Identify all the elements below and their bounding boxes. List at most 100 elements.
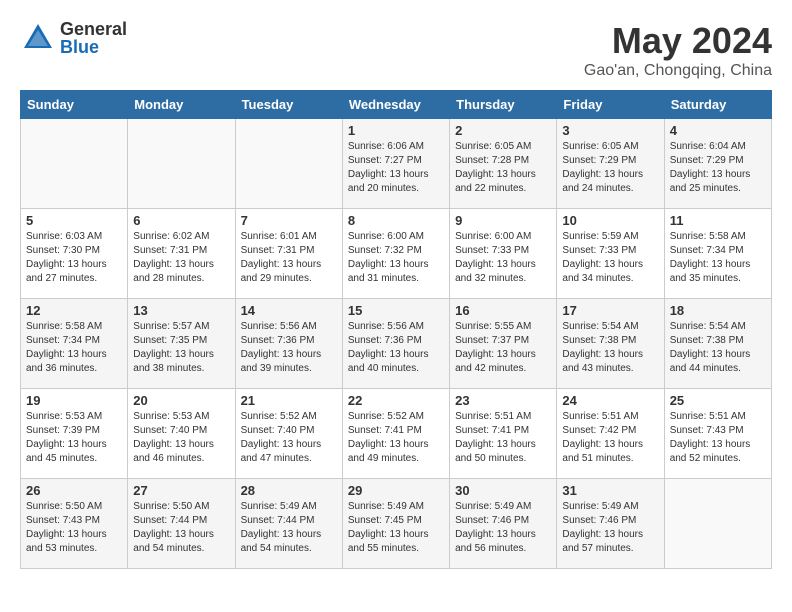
- calendar-cell: 20Sunrise: 5:53 AMSunset: 7:40 PMDayligh…: [128, 389, 235, 479]
- day-info: Sunrise: 6:00 AMSunset: 7:32 PMDaylight:…: [348, 230, 444, 286]
- calendar-cell: 16 Sunrise: 5:55 AMSunset: 7:37 PMDayligh…: [450, 299, 557, 389]
- calendar-cell: 10 Sunrise: 5:59 AMSunset: 7:33 PMDayligh…: [557, 209, 664, 299]
- day-info: Sunrise: 6:02 AMSunset: 7:31 PMDaylight:…: [133, 230, 229, 286]
- day-info: Sunrise: 6:01 AMSunset: 7:31 PMDaylight:…: [241, 230, 337, 286]
- calendar-cell: 29 Sunrise: 5:49 AMSunset: 7:45 PMDayligh…: [342, 479, 449, 569]
- calendar-cell: 2 Sunrise: 6:05 AMSunset: 7:28 PMDaylight…: [450, 119, 557, 209]
- day-info: Sunrise: 5:55 AMSunset: 7:37 PMDaylight:…: [455, 320, 551, 376]
- calendar-cell: 15 Sunrise: 5:56 AMSunset: 7:36 PMDayligh…: [342, 299, 449, 389]
- calendar-cell: [664, 479, 771, 569]
- day-info: Sunrise: 5:51 AMSunset: 7:41 PMDaylight:…: [455, 410, 551, 466]
- page-header: General Blue May 2024 Gao'an, Chongqing,…: [20, 20, 772, 80]
- day-info: Sunrise: 5:52 AMSunset: 7:41 PMDaylight:…: [348, 410, 444, 466]
- day-number: 24: [562, 393, 658, 408]
- calendar-cell: 9 Sunrise: 6:00 AMSunset: 7:33 PMDaylight…: [450, 209, 557, 299]
- calendar-cell: [235, 119, 342, 209]
- day-info: Sunrise: 5:56 AMSunset: 7:36 PMDaylight:…: [348, 320, 444, 376]
- calendar-cell: 7 Sunrise: 6:01 AMSunset: 7:31 PMDaylight…: [235, 209, 342, 299]
- calendar-cell: 21 Sunrise: 5:52 AMSunset: 7:40 PMDayligh…: [235, 389, 342, 479]
- day-number: 31: [562, 483, 658, 498]
- day-info: Sunrise: 5:53 AMSunset: 7:40 PMDaylight:…: [133, 410, 229, 466]
- calendar-cell: 28 Sunrise: 5:49 AMSunset: 7:44 PMDayligh…: [235, 479, 342, 569]
- day-info: Sunrise: 5:49 AMSunset: 7:46 PMDaylight:…: [562, 500, 658, 556]
- day-number: 19: [26, 393, 122, 408]
- day-number: 7: [241, 213, 337, 228]
- logo-icon: [20, 20, 56, 56]
- day-info: Sunrise: 5:54 AMSunset: 7:38 PMDaylight:…: [670, 320, 766, 376]
- day-number: 13: [133, 303, 229, 318]
- day-number: 8: [348, 213, 444, 228]
- month-title: May 2024: [584, 20, 772, 62]
- day-info: Sunrise: 5:49 AMSunset: 7:44 PMDaylight:…: [241, 500, 337, 556]
- location: Gao'an, Chongqing, China: [584, 62, 772, 80]
- day-number: 4: [670, 123, 766, 138]
- day-info: Sunrise: 5:57 AMSunset: 7:35 PMDaylight:…: [133, 320, 229, 376]
- calendar-cell: 24 Sunrise: 5:51 AMSunset: 7:42 PMDayligh…: [557, 389, 664, 479]
- day-number: 26: [26, 483, 122, 498]
- day-number: 9: [455, 213, 551, 228]
- day-number: 30: [455, 483, 551, 498]
- logo-text: General Blue: [60, 20, 127, 56]
- calendar-cell: 8 Sunrise: 6:00 AMSunset: 7:32 PMDaylight…: [342, 209, 449, 299]
- day-info: Sunrise: 6:06 AMSunset: 7:27 PMDaylight:…: [348, 140, 444, 196]
- calendar-cell: 5Sunrise: 6:03 AMSunset: 7:30 PMDaylight…: [21, 209, 128, 299]
- calendar-cell: [21, 119, 128, 209]
- day-info: Sunrise: 5:58 AMSunset: 7:34 PMDaylight:…: [26, 320, 122, 376]
- logo: General Blue: [20, 20, 127, 56]
- calendar-cell: 11 Sunrise: 5:58 AMSunset: 7:34 PMDayligh…: [664, 209, 771, 299]
- logo-general-text: General: [60, 20, 127, 38]
- calendar-cell: 6 Sunrise: 6:02 AMSunset: 7:31 PMDaylight…: [128, 209, 235, 299]
- day-number: 14: [241, 303, 337, 318]
- weekday-header: Saturday: [664, 91, 771, 119]
- day-number: 10: [562, 213, 658, 228]
- day-number: 29: [348, 483, 444, 498]
- day-number: 25: [670, 393, 766, 408]
- day-info: Sunrise: 5:59 AMSunset: 7:33 PMDaylight:…: [562, 230, 658, 286]
- calendar-cell: 3 Sunrise: 6:05 AMSunset: 7:29 PMDaylight…: [557, 119, 664, 209]
- day-number: 22: [348, 393, 444, 408]
- day-number: 12: [26, 303, 122, 318]
- day-info: Sunrise: 5:58 AMSunset: 7:34 PMDaylight:…: [670, 230, 766, 286]
- day-number: 28: [241, 483, 337, 498]
- weekday-header: Thursday: [450, 91, 557, 119]
- day-number: 11: [670, 213, 766, 228]
- calendar-cell: 26Sunrise: 5:50 AMSunset: 7:43 PMDayligh…: [21, 479, 128, 569]
- day-info: Sunrise: 5:49 AMSunset: 7:45 PMDaylight:…: [348, 500, 444, 556]
- day-info: Sunrise: 6:05 AMSunset: 7:29 PMDaylight:…: [562, 140, 658, 196]
- day-info: Sunrise: 6:04 AMSunset: 7:29 PMDaylight:…: [670, 140, 766, 196]
- day-number: 6: [133, 213, 229, 228]
- weekday-header: Monday: [128, 91, 235, 119]
- calendar-week-row: 26Sunrise: 5:50 AMSunset: 7:43 PMDayligh…: [21, 479, 772, 569]
- calendar-cell: 19Sunrise: 5:53 AMSunset: 7:39 PMDayligh…: [21, 389, 128, 479]
- day-info: Sunrise: 5:51 AMSunset: 7:43 PMDaylight:…: [670, 410, 766, 466]
- day-info: Sunrise: 5:52 AMSunset: 7:40 PMDaylight:…: [241, 410, 337, 466]
- calendar-cell: 27Sunrise: 5:50 AMSunset: 7:44 PMDayligh…: [128, 479, 235, 569]
- day-info: Sunrise: 5:51 AMSunset: 7:42 PMDaylight:…: [562, 410, 658, 466]
- day-number: 15: [348, 303, 444, 318]
- calendar-cell: 22 Sunrise: 5:52 AMSunset: 7:41 PMDayligh…: [342, 389, 449, 479]
- calendar-cell: 14Sunrise: 5:56 AMSunset: 7:36 PMDayligh…: [235, 299, 342, 389]
- calendar-cell: [128, 119, 235, 209]
- day-number: 21: [241, 393, 337, 408]
- calendar-cell: 12 Sunrise: 5:58 AMSunset: 7:34 PMDayligh…: [21, 299, 128, 389]
- calendar-week-row: 12 Sunrise: 5:58 AMSunset: 7:34 PMDayligh…: [21, 299, 772, 389]
- weekday-header-row: SundayMondayTuesdayWednesdayThursdayFrid…: [21, 91, 772, 119]
- day-info: Sunrise: 6:00 AMSunset: 7:33 PMDaylight:…: [455, 230, 551, 286]
- day-info: Sunrise: 6:05 AMSunset: 7:28 PMDaylight:…: [455, 140, 551, 196]
- day-info: Sunrise: 5:54 AMSunset: 7:38 PMDaylight:…: [562, 320, 658, 376]
- day-number: 2: [455, 123, 551, 138]
- weekday-header: Sunday: [21, 91, 128, 119]
- day-number: 27: [133, 483, 229, 498]
- weekday-header: Friday: [557, 91, 664, 119]
- calendar-cell: 4 Sunrise: 6:04 AMSunset: 7:29 PMDaylight…: [664, 119, 771, 209]
- calendar-cell: 25 Sunrise: 5:51 AMSunset: 7:43 PMDayligh…: [664, 389, 771, 479]
- day-number: 3: [562, 123, 658, 138]
- day-number: 1: [348, 123, 444, 138]
- calendar-cell: 18Sunrise: 5:54 AMSunset: 7:38 PMDayligh…: [664, 299, 771, 389]
- day-number: 16: [455, 303, 551, 318]
- calendar-week-row: 5Sunrise: 6:03 AMSunset: 7:30 PMDaylight…: [21, 209, 772, 299]
- weekday-header: Tuesday: [235, 91, 342, 119]
- weekday-header: Wednesday: [342, 91, 449, 119]
- calendar-cell: 13 Sunrise: 5:57 AMSunset: 7:35 PMDayligh…: [128, 299, 235, 389]
- calendar-cell: 30Sunrise: 5:49 AMSunset: 7:46 PMDayligh…: [450, 479, 557, 569]
